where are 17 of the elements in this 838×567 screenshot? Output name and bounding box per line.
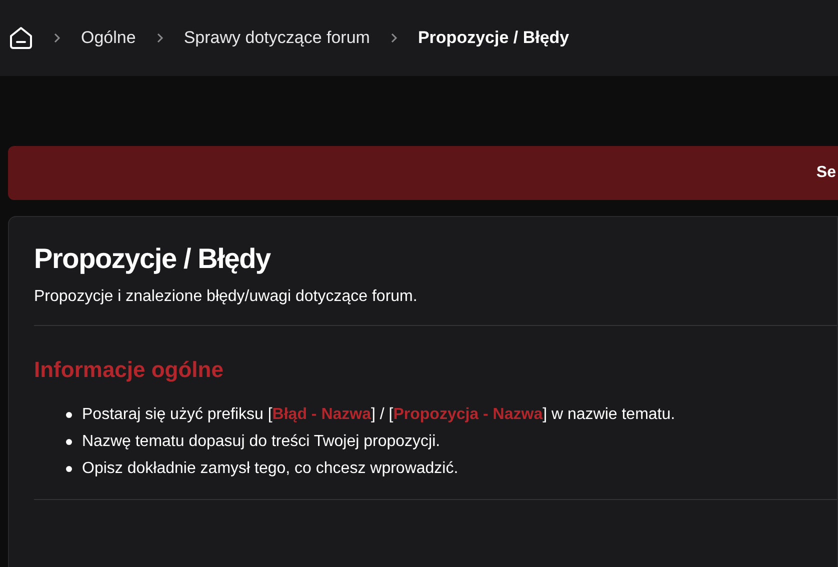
bullet-icon [66,439,72,445]
breadcrumb-link[interactable]: Ogólne [81,25,136,51]
rule-text: Opisz dokładnie zamysł tego, co chcesz wprowadzić. [82,459,458,479]
section-heading: Informacje ogólne [34,356,224,384]
chevron-icon [388,31,399,45]
bullet-icon [66,412,72,418]
chevron-icon [154,31,165,45]
breadcrumb-link[interactable]: Propozycje / Błędy [418,25,570,51]
home-icon[interactable] [9,26,33,50]
forum-description: Propozycje i znalezione błędy/uwagi dotyczące forum. [34,287,418,307]
bullet-icon [66,466,72,472]
breadcrumb-link[interactable]: Sprawy dotyczące forum [184,25,370,51]
forum-title: Propozycje / Błędy [34,242,272,276]
banner-text: Se [816,163,836,183]
chevron-icon [52,31,62,45]
rule-text: Postaraj się użyć prefiksu [Błąd - Nazwa] / [Propozycja - Nazwa] w nazwie tematu. [82,405,676,425]
rule-text: Nazwę tematu dopasuj do treści Twojej propozycji. [82,432,440,452]
